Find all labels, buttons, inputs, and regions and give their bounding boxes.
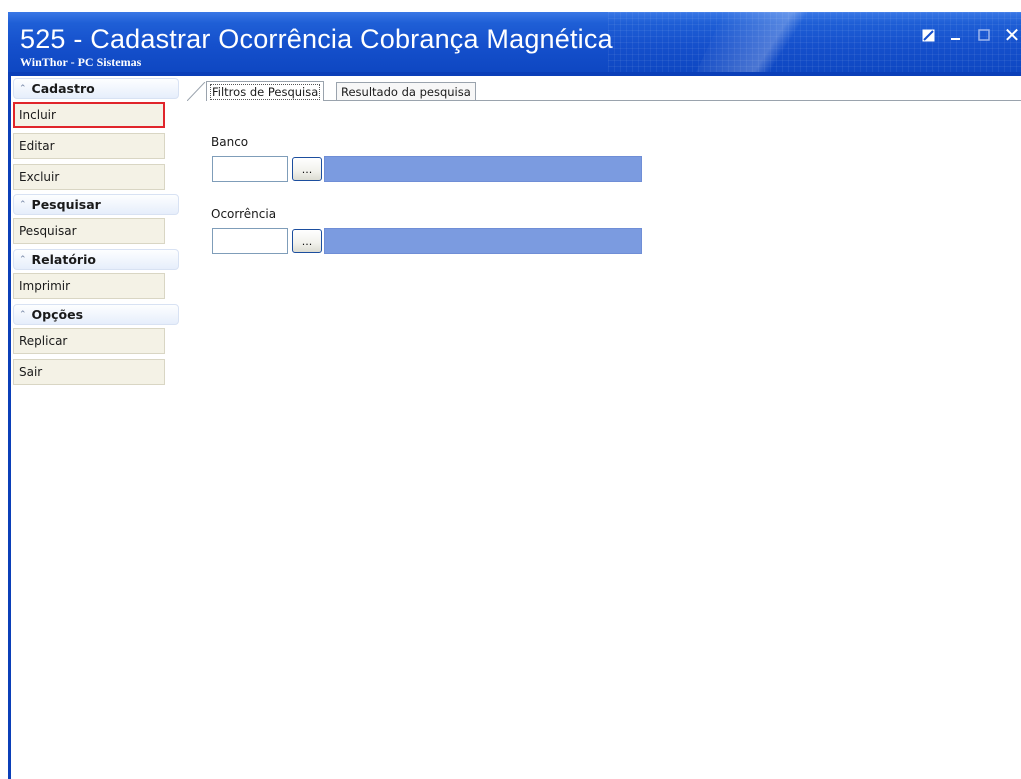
banco-lookup-button[interactable]: ... xyxy=(292,157,322,181)
window-subtitle: WinThor - PC Sistemas xyxy=(20,55,142,69)
tab-filtros-de-pesquisa[interactable]: Filtros de Pesquisa xyxy=(206,81,325,101)
sidebar-item-pesquisar[interactable]: Pesquisar xyxy=(13,218,165,244)
minimize-icon[interactable] xyxy=(947,26,965,44)
sidebar-item-incluir[interactable]: Incluir xyxy=(13,102,165,128)
banco-description-field xyxy=(324,156,642,182)
ocorrencia-code-input[interactable] xyxy=(212,228,288,254)
item-label: Excluir xyxy=(19,170,60,184)
ocorrencia-lookup-button[interactable]: ... xyxy=(292,229,322,253)
sidebar-item-sair[interactable]: Sair xyxy=(13,359,165,385)
app-window: 525 - Cadastrar Ocorrência Cobrança Magn… xyxy=(8,12,1021,779)
title-bar[interactable]: 525 - Cadastrar Ocorrência Cobrança Magn… xyxy=(8,12,1021,72)
group-label: Relatório xyxy=(31,252,96,267)
group-cadastro[interactable]: ⌃ Cadastro xyxy=(13,78,179,99)
banco-label: Banco xyxy=(211,135,249,149)
item-label: Pesquisar xyxy=(19,224,77,238)
sidebar-item-excluir[interactable]: Excluir xyxy=(13,164,165,190)
group-pesquisar[interactable]: ⌃ Pesquisar xyxy=(13,194,179,215)
tab-resultado-da-pesquisa[interactable]: Resultado da pesquisa xyxy=(336,82,476,100)
item-label: Replicar xyxy=(19,334,68,348)
group-relatorio[interactable]: ⌃ Relatório xyxy=(13,249,179,270)
restore-icon[interactable] xyxy=(919,26,937,44)
group-label: Cadastro xyxy=(31,81,95,96)
banco-code-input[interactable] xyxy=(212,156,288,182)
item-label: Sair xyxy=(19,365,43,379)
item-label: Imprimir xyxy=(19,279,71,293)
ocorrencia-description-field xyxy=(324,228,642,254)
collapse-chevron-icon: ⌃ xyxy=(19,309,27,320)
group-opcoes[interactable]: ⌃ Opções xyxy=(13,304,179,325)
ocorrencia-label: Ocorrência xyxy=(211,207,277,221)
sidebar-item-replicar[interactable]: Replicar xyxy=(13,328,165,354)
collapse-chevron-icon: ⌃ xyxy=(19,254,27,265)
tab-slant-decoration xyxy=(187,82,206,101)
collapse-chevron-icon: ⌃ xyxy=(19,199,27,210)
tab-label: Filtros de Pesquisa xyxy=(209,83,321,100)
window-controls: ✕ xyxy=(919,23,1021,47)
sidebar: ⌃ Cadastro Incluir Editar Excluir ⌃ Pesq… xyxy=(11,76,182,779)
sidebar-item-imprimir[interactable]: Imprimir xyxy=(13,273,165,299)
item-label: Editar xyxy=(19,139,55,153)
group-label: Pesquisar xyxy=(31,197,101,212)
tab-label: Resultado da pesquisa xyxy=(341,84,471,99)
sidebar-item-editar[interactable]: Editar xyxy=(13,133,165,159)
item-label: Incluir xyxy=(19,108,56,122)
client-area: ⌃ Cadastro Incluir Editar Excluir ⌃ Pesq… xyxy=(11,76,1021,779)
tab-strip-line xyxy=(206,100,1021,101)
window-title: 525 - Cadastrar Ocorrência Cobrança Magn… xyxy=(20,24,613,54)
maximize-icon[interactable] xyxy=(975,26,993,44)
close-icon[interactable]: ✕ xyxy=(1003,23,1021,47)
collapse-chevron-icon: ⌃ xyxy=(19,83,27,94)
group-label: Opções xyxy=(31,307,84,322)
